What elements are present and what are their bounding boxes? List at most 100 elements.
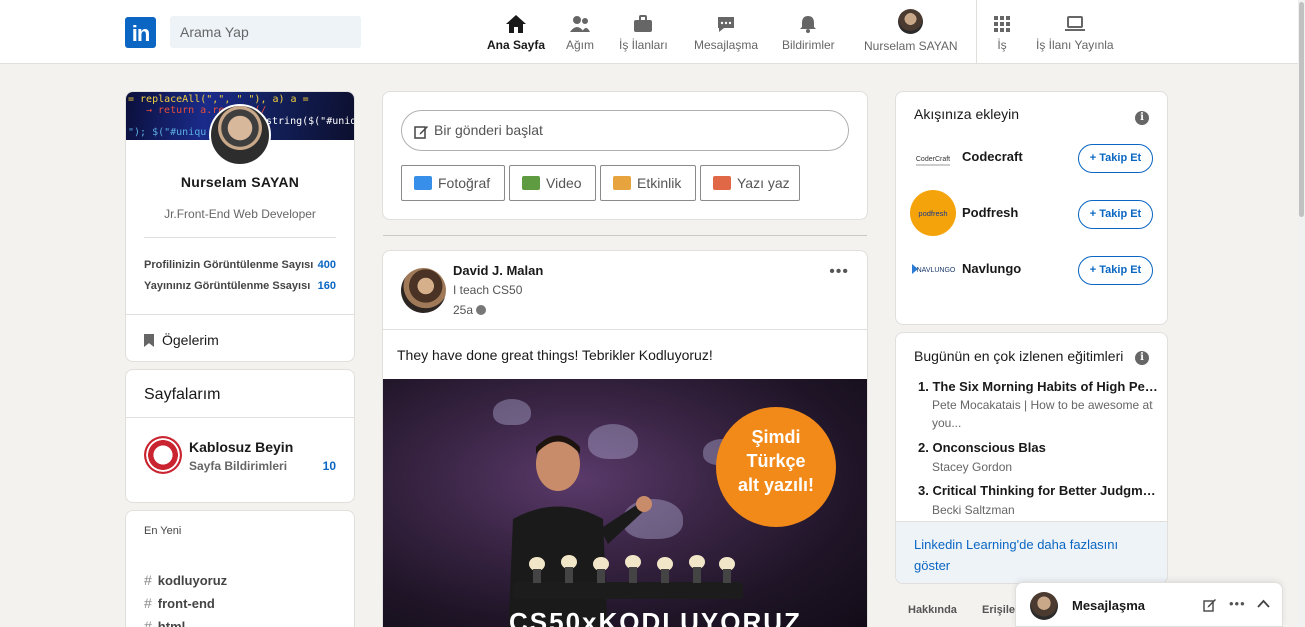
footer-link-about[interactable]: Hakkında xyxy=(908,604,957,616)
nav-jobs[interactable]: İş İlanları xyxy=(619,14,668,52)
podfresh-logo[interactable]: podfresh xyxy=(910,190,956,236)
info-icon[interactable]: i xyxy=(1135,351,1149,365)
hashtag-link[interactable]: # kodluyoruz xyxy=(144,572,227,588)
pages-title: Sayfalarım xyxy=(144,386,221,403)
hashtag-icon: # xyxy=(144,572,152,588)
follow-name[interactable]: Navlungo xyxy=(962,261,1021,276)
avatar xyxy=(898,9,924,34)
badge-line: alt yazılı! xyxy=(737,475,815,495)
follow-button[interactable]: + Takip Et xyxy=(1078,200,1153,229)
pencil-icon xyxy=(414,126,428,139)
more-options-icon[interactable]: ••• xyxy=(829,263,849,281)
hashtag-label: kodluyoruz xyxy=(157,573,228,588)
lightbulb-row xyxy=(513,555,743,599)
feed-divider xyxy=(383,235,867,236)
divider xyxy=(126,417,354,418)
saved-items-label: Ögelerim xyxy=(162,332,219,348)
nav-network[interactable]: Ağım xyxy=(566,14,594,52)
pages-card: Sayfalarım Kablosuz Beyin Sayfa Bildirim… xyxy=(125,369,355,503)
course-title[interactable]: 3. Critical Thinking for Better Judgme..… xyxy=(918,483,1158,498)
video-button[interactable]: Video xyxy=(509,165,596,201)
avatar xyxy=(1030,592,1058,620)
divider xyxy=(144,237,336,238)
banner-code-line: = replaceAll(",", " "), a) a = xyxy=(128,94,309,105)
course-title[interactable]: 1. The Six Morning Habits of High Perf..… xyxy=(918,379,1158,394)
course-author: Stacey Gordon xyxy=(932,460,1013,474)
event-button[interactable]: Etkinlik xyxy=(600,165,696,201)
nav-messaging-label: Mesajlaşma xyxy=(694,38,759,52)
messaging-title[interactable]: Mesajlaşma xyxy=(1072,598,1145,613)
calendar-icon xyxy=(613,176,631,190)
top-courses-card: Bugünün en çok izlenen eğitimleri i 1. T… xyxy=(895,332,1168,584)
banner-code-line: "); $("#uniqu xyxy=(128,127,207,138)
divider xyxy=(126,314,354,315)
hashtag-icon: # xyxy=(144,618,152,627)
author-name[interactable]: David J. Malan xyxy=(453,263,543,278)
post-composer: Bir gönderi başlat Fotoğraf Video Etkinl… xyxy=(382,91,868,220)
post-text: They have done great things! Tebrikler K… xyxy=(397,347,713,363)
nav-post-job[interactable]: İş İlanı Yayınla xyxy=(1036,14,1114,52)
nav-messaging[interactable]: Mesajlaşma xyxy=(694,14,758,52)
linkedin-logo[interactable]: in xyxy=(125,17,156,48)
badge-line: Şimdi xyxy=(751,427,801,447)
chat-icon xyxy=(718,17,735,32)
briefcase-icon xyxy=(634,15,653,32)
follow-button[interactable]: + Takip Et xyxy=(1078,144,1153,173)
photo-label: Fotoğraf xyxy=(438,175,491,191)
compose-icon[interactable] xyxy=(1203,598,1217,612)
profile-views-stat[interactable]: Profilinizin Görüntülenme Sayısı 400 xyxy=(144,259,336,271)
post-image[interactable]: Şimdi Türkçe alt yazılı! CS50xKODLUYORUZ xyxy=(383,379,867,627)
courses-title: Bugünün en çok izlenen eğitimleri xyxy=(914,348,1124,364)
course-author: Becki Saltzman xyxy=(932,503,1015,517)
learning-more-link[interactable]: Linkedin Learning'de daha fazlasını göst… xyxy=(896,521,1167,583)
stat-value: 400 xyxy=(317,259,336,271)
profile-avatar[interactable] xyxy=(209,104,271,166)
laptop-icon xyxy=(1064,16,1085,31)
bell-icon xyxy=(800,16,817,33)
recent-title: En Yeni xyxy=(144,525,182,537)
follow-button[interactable]: + Takip Et xyxy=(1078,256,1153,285)
nav-work[interactable]: İş xyxy=(991,14,1013,52)
saved-items-link[interactable]: Ögelerim xyxy=(144,332,219,348)
nav-notifications-label: Bildirimler xyxy=(782,38,835,52)
hashtag-link[interactable]: # front-end xyxy=(144,595,215,611)
nav-home[interactable]: Ana Sayfa xyxy=(487,14,545,52)
author-avatar[interactable] xyxy=(401,268,446,313)
chevron-up-icon[interactable] xyxy=(1257,599,1270,609)
search-input[interactable] xyxy=(170,16,361,48)
scrollbar-thumb[interactable] xyxy=(1299,2,1304,217)
codecraft-logo[interactable]: CoderCraft xyxy=(910,137,956,183)
post-views-stat[interactable]: Yayınınız Görüntülenme Ssayısı 160 xyxy=(144,280,336,292)
badge-line: Türkçe xyxy=(746,451,806,471)
event-label: Etkinlik xyxy=(637,175,682,191)
course-title[interactable]: 2. Onconscious Blas xyxy=(918,440,1158,455)
info-icon[interactable]: i xyxy=(1135,111,1149,125)
divider xyxy=(383,329,867,330)
more-options-icon[interactable]: ••• xyxy=(1229,596,1246,611)
article-button[interactable]: Yazı yaz xyxy=(700,165,800,201)
page-notifications-count: 10 xyxy=(322,459,336,473)
follow-name[interactable]: Codecraft xyxy=(962,149,1023,164)
course-author: Pete Mocakatais | How to be awesome at y… xyxy=(932,398,1153,430)
nav-network-label: Ağım xyxy=(566,38,595,52)
post-time-label: 25a xyxy=(453,303,474,317)
hashtag-icon: # xyxy=(144,595,152,611)
grid-icon xyxy=(994,16,1010,32)
photo-button[interactable]: Fotoğraf xyxy=(401,165,505,201)
feed-post: David J. Malan I teach CS50 25a ••• They… xyxy=(382,250,868,627)
nav-me[interactable]: Nurselam SAYAN xyxy=(864,9,958,53)
start-post-input[interactable]: Bir gönderi başlat xyxy=(401,110,849,151)
profile-card: = replaceAll(",", " "), a) a = → return … xyxy=(125,91,355,362)
start-post-placeholder: Bir gönderi başlat xyxy=(434,122,543,138)
page-name[interactable]: Kablosuz Beyin xyxy=(189,439,293,455)
nav-home-label: Ana Sayfa xyxy=(487,38,546,52)
follow-name[interactable]: Podfresh xyxy=(962,205,1018,220)
navlungo-logo[interactable]: NAVLUNGO xyxy=(910,246,956,292)
banner-code-line: string($("#uniqu xyxy=(266,116,354,127)
messaging-bar[interactable]: Mesajlaşma ••• xyxy=(1015,582,1283,627)
page-notifications-label[interactable]: Sayfa Bildirimleri xyxy=(189,459,287,473)
profile-name[interactable]: Nurselam SAYAN xyxy=(126,174,354,190)
page-logo[interactable] xyxy=(144,436,182,474)
nav-notifications[interactable]: Bildirimler xyxy=(782,14,835,52)
hashtag-link[interactable]: # html xyxy=(144,618,185,627)
